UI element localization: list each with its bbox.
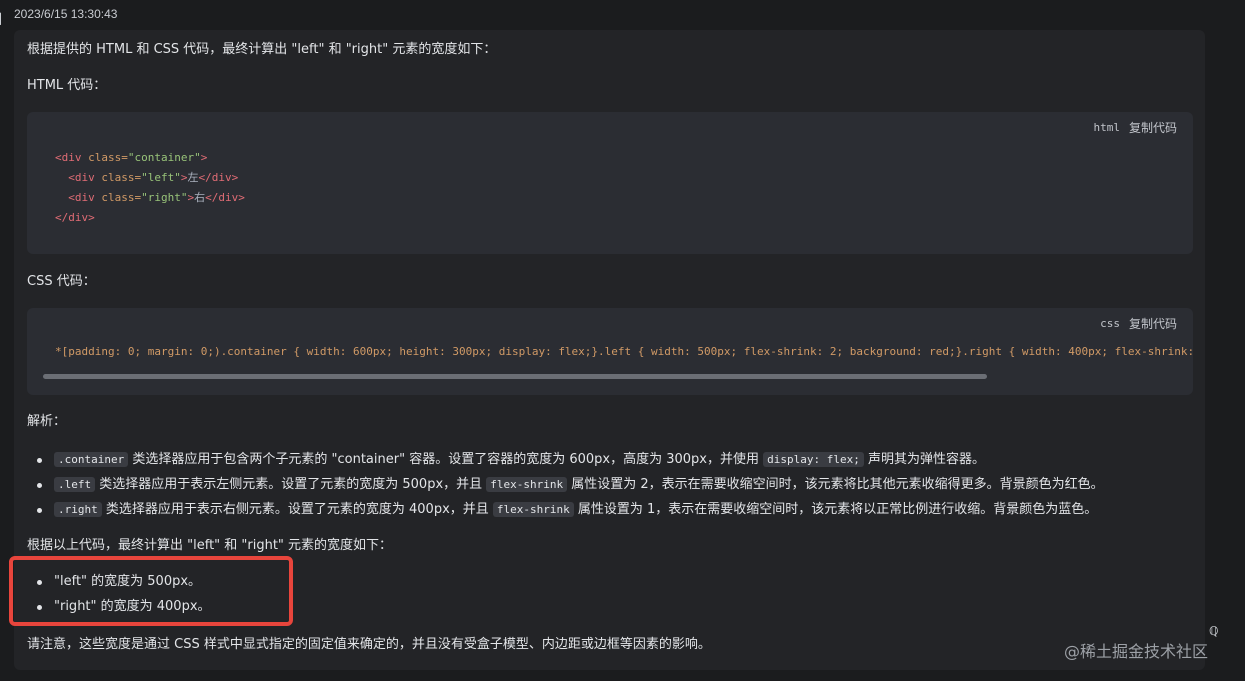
analysis-heading: 解析： bbox=[27, 414, 67, 429]
code-token: class= bbox=[88, 151, 128, 164]
list-item: .right 类选择器应用于表示右侧元素。设置了元素的宽度为 400px，并且 … bbox=[27, 501, 1104, 526]
html-code-block: html 复制代码 <div class="container"> <div c… bbox=[27, 112, 1193, 254]
html-code-lines: <div class="container"> <div class="left… bbox=[55, 148, 245, 228]
message-timestamp: 2023/6/15 13:30:43 bbox=[14, 7, 118, 21]
watermark: @稀土掘金技术社区 bbox=[1064, 642, 1209, 661]
inline-code: .left bbox=[54, 477, 96, 492]
html-heading: HTML 代码： bbox=[27, 78, 107, 93]
horizontal-scrollbar[interactable] bbox=[43, 374, 987, 379]
code-line: <div class="container"> bbox=[55, 151, 207, 164]
code-token: <div bbox=[68, 191, 102, 204]
code-token: 右 bbox=[194, 191, 206, 204]
inline-code: flex-shrink bbox=[492, 502, 574, 517]
code-token: <div bbox=[55, 151, 89, 164]
feedback-icon[interactable]: ℚ bbox=[1209, 624, 1223, 638]
result-heading: 根据以上代码，最终计算出 "left" 和 "right" 元素的宽度如下： bbox=[27, 538, 393, 553]
code-token: </div> bbox=[205, 191, 245, 204]
inline-code: flex-shrink bbox=[486, 477, 568, 492]
inline-code: display: flex; bbox=[763, 452, 864, 467]
code-header: css 复制代码 bbox=[1100, 315, 1177, 332]
code-token: class= bbox=[101, 171, 142, 184]
code-token: "container" bbox=[127, 151, 201, 164]
list-item-text: 类选择器应用于包含两个子元素的 "container" 容器。设置了容器的宽度为… bbox=[128, 452, 764, 467]
inline-code: .right bbox=[54, 502, 102, 517]
copy-code-button[interactable]: 复制代码 bbox=[1129, 119, 1177, 136]
list-item-text: 类选择器应用于表示左侧元素。设置了元素的宽度为 500px，并且 bbox=[95, 477, 487, 492]
code-language-label: css bbox=[1100, 317, 1120, 330]
list-item-text: 属性设置为 2，表示在需要收缩空间时，该元素将比其他元素收缩得更多。背景颜色为红… bbox=[567, 477, 1104, 492]
highlight-annotation-box bbox=[9, 556, 293, 626]
list-item-text: 属性设置为 1，表示在需要收缩空间时，该元素将以正常比例进行收缩。背景颜色为蓝色… bbox=[573, 502, 1098, 517]
code-token: class= bbox=[101, 191, 142, 204]
list-item-text: 类选择器应用于表示右侧元素。设置了元素的宽度为 400px，并且 bbox=[101, 502, 493, 517]
code-line: <div class="left">左</div> bbox=[55, 171, 238, 184]
code-token: 左 bbox=[187, 171, 199, 184]
code-line: <div class="right">右</div> bbox=[55, 191, 245, 204]
list-item-text: 声明其为弹性容器。 bbox=[863, 452, 985, 467]
analysis-list: .container 类选择器应用于包含两个子元素的 "container" 容… bbox=[27, 451, 1104, 526]
code-header: html 复制代码 bbox=[1093, 119, 1177, 136]
code-language-label: html bbox=[1093, 121, 1120, 134]
css-code-block: css 复制代码 *[padding: 0; margin: 0;).conta… bbox=[27, 308, 1193, 395]
note-text: 请注意，这些宽度是通过 CSS 样式中显式指定的固定值来确定的，并且没有受盒子模… bbox=[27, 637, 711, 652]
css-code-line: *[padding: 0; margin: 0;).container { wi… bbox=[55, 345, 1193, 358]
css-heading: CSS 代码： bbox=[27, 274, 96, 289]
code-line: </div> bbox=[55, 211, 95, 224]
code-token: <div bbox=[68, 171, 102, 184]
copy-code-button[interactable]: 复制代码 bbox=[1129, 315, 1177, 332]
code-token: "left" bbox=[141, 171, 181, 184]
intro-text: 根据提供的 HTML 和 CSS 代码，最终计算出 "left" 和 "righ… bbox=[27, 42, 497, 57]
avatar-icon: ◖ bbox=[0, 10, 6, 26]
list-item: .container 类选择器应用于包含两个子元素的 "container" 容… bbox=[27, 451, 1104, 476]
list-item: .left 类选择器应用于表示左侧元素。设置了元素的宽度为 500px，并且 f… bbox=[27, 476, 1104, 501]
inline-code: .container bbox=[54, 452, 129, 467]
code-token: </div> bbox=[198, 171, 239, 184]
code-token: "right" bbox=[141, 191, 188, 204]
code-token: > bbox=[180, 171, 188, 184]
code-token: > bbox=[200, 151, 208, 164]
